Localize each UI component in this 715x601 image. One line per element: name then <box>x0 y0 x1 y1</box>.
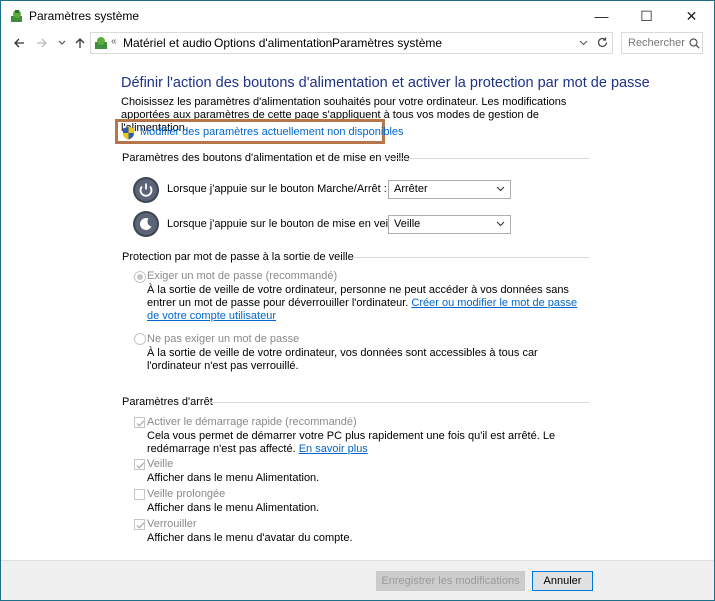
window-title: Paramètres système <box>29 9 140 23</box>
chevron-down-icon <box>496 221 505 227</box>
sleep-menu-label: Veille <box>147 458 174 470</box>
control-panel-window: Paramètres système — ☐ ✕ « Matériel et a… <box>0 0 715 601</box>
section-divider <box>382 158 589 159</box>
lock-menu-description: Afficher dans le menu d'avatar du compte… <box>147 532 353 544</box>
minimize-icon: — <box>594 8 609 24</box>
hibernate-menu-description: Afficher dans le menu Alimentation. <box>147 502 320 514</box>
search-icon[interactable] <box>689 38 700 49</box>
hibernate-menu-checkbox[interactable] <box>134 489 145 500</box>
footer-bar: Enregistrer les modifications Annuler <box>1 560 714 600</box>
power-button-action-select[interactable]: Arrêter <box>388 180 511 199</box>
minimize-button[interactable]: — <box>579 1 624 31</box>
back-arrow-icon <box>14 38 24 48</box>
chevron-down-icon <box>58 40 66 45</box>
main-content: Définir l'action des boutons d'alimentat… <box>1 56 714 560</box>
fast-startup-checkbox[interactable] <box>134 417 145 428</box>
breadcrumb-item-power-options[interactable]: Options d'alimentation <box>214 36 332 50</box>
checkmark-icon <box>136 420 145 427</box>
breadcrumb-item-hardware[interactable]: Matériel et audio <box>123 36 212 50</box>
require-password-radio[interactable] <box>134 271 146 283</box>
breadcrumb-overflow[interactable]: « <box>111 36 117 47</box>
checkmark-icon <box>136 462 145 469</box>
power-button-label: Lorsque j'appuie sur le bouton Marche/Ar… <box>167 183 387 195</box>
power-button-action-value: Arrêter <box>394 183 428 195</box>
no-password-description: À la sortie de veille de votre ordinateu… <box>147 347 538 372</box>
require-password-description: À la sortie de veille de votre ordinateu… <box>147 284 587 323</box>
sleep-button-label: Lorsque j'appuie sur le bouton de mise e… <box>167 218 406 230</box>
maximize-icon: ☐ <box>640 7 653 24</box>
control-panel-icon <box>95 37 107 49</box>
address-bar-row: « Matériel et audio › Options d'alimenta… <box>1 31 714 55</box>
sleep-menu-description: Afficher dans le menu Alimentation. <box>147 472 320 484</box>
no-password-radio[interactable] <box>134 333 146 345</box>
password-section-title: Protection par mot de passe à la sortie … <box>122 251 354 263</box>
chevron-down-icon <box>496 186 505 192</box>
modify-unavailable-settings-link[interactable]: Modifier des paramètres actuellement non… <box>140 126 404 138</box>
up-arrow-icon <box>75 38 85 48</box>
no-password-label: Ne pas exiger un mot de passe <box>147 333 300 345</box>
require-password-label: Exiger un mot de passe (recommandé) <box>147 270 338 282</box>
power-buttons-section-title: Paramètres des boutons d'alimentation et… <box>122 152 410 164</box>
title-bar[interactable]: Paramètres système — ☐ ✕ <box>1 1 714 31</box>
dropdown-chevron-icon[interactable] <box>579 38 588 47</box>
close-button[interactable]: ✕ <box>669 1 714 31</box>
search-input[interactable] <box>628 34 690 52</box>
shutdown-section-title: Paramètres d'arrêt <box>122 396 213 408</box>
checkmark-icon <box>136 522 145 529</box>
recent-locations-button[interactable] <box>53 34 71 52</box>
forward-button[interactable] <box>33 34 51 52</box>
forward-arrow-icon <box>37 38 47 48</box>
power-options-icon <box>11 10 22 22</box>
fast-startup-description: Cela vous permet de démarrer votre PC pl… <box>147 430 587 456</box>
address-field[interactable]: « Matériel et audio › Options d'alimenta… <box>90 32 613 54</box>
sleep-button-action-select[interactable]: Veille <box>388 215 511 234</box>
breadcrumb-separator-icon: › <box>318 36 322 47</box>
search-box[interactable] <box>621 32 703 54</box>
power-button-icon <box>133 177 159 203</box>
refresh-icon[interactable] <box>596 36 609 49</box>
breadcrumb-item-system-settings[interactable]: Paramètres système <box>332 36 442 50</box>
sleep-button-action-value: Veille <box>394 218 421 230</box>
sleep-button-icon <box>133 211 159 237</box>
back-button[interactable] <box>10 34 28 52</box>
hibernate-menu-label: Veille prolongée <box>147 488 226 500</box>
lock-menu-checkbox[interactable] <box>134 519 145 530</box>
uac-shield-icon <box>123 126 134 140</box>
lock-menu-label: Verrouiller <box>147 518 197 530</box>
section-divider <box>353 257 589 258</box>
close-icon: ✕ <box>685 7 698 24</box>
save-changes-button[interactable]: Enregistrer les modifications <box>376 571 525 591</box>
learn-more-link[interactable]: En savoir plus <box>299 443 368 455</box>
section-divider <box>206 402 589 403</box>
cancel-button[interactable]: Annuler <box>532 571 593 591</box>
up-button[interactable] <box>71 34 89 52</box>
page-title: Définir l'action des boutons d'alimentat… <box>121 75 650 91</box>
maximize-button[interactable]: ☐ <box>624 1 669 31</box>
breadcrumb-separator-icon: › <box>200 36 204 47</box>
fast-startup-label: Activer le démarrage rapide (recommandé) <box>147 416 357 428</box>
sleep-menu-checkbox[interactable] <box>134 459 145 470</box>
